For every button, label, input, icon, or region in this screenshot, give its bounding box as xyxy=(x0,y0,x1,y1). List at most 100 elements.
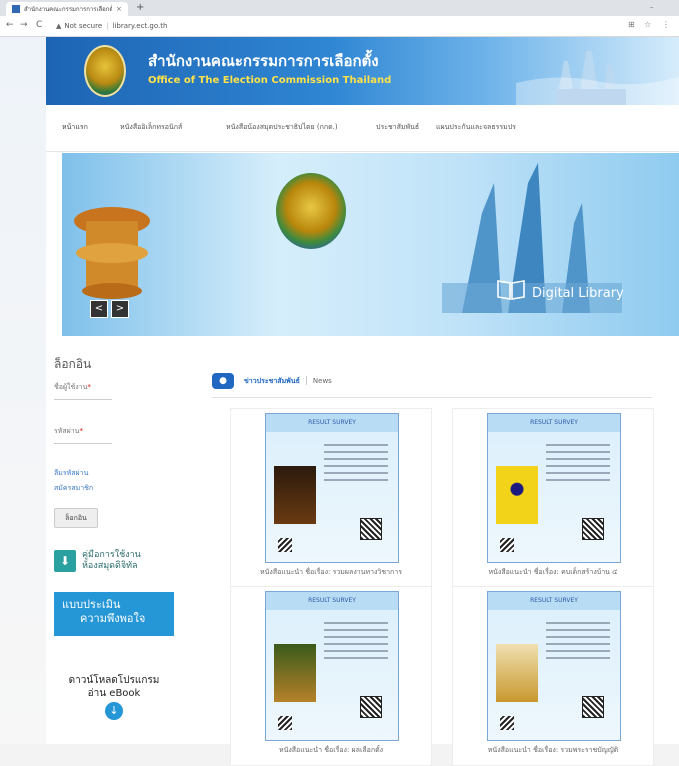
survey-line1: แบบประเมิน xyxy=(62,598,121,611)
card-caption[interactable]: หนังสือแนะนำ ชื่อเรื่อง: คบเด็กสร้างบ้าน… xyxy=(453,567,653,578)
main-menu: หน้าแรก หนังสืออิเล็กทรอนิกส์ หนังสือน้อ… xyxy=(46,105,679,152)
password-input[interactable] xyxy=(54,443,112,444)
warning-icon: ▲ xyxy=(56,21,62,30)
translate-icon[interactable]: ⊞ xyxy=(628,20,635,29)
hero-banner: Digital Library < > xyxy=(62,153,679,336)
tab-close-icon[interactable]: × xyxy=(116,5,122,13)
qr-code-small xyxy=(500,716,514,730)
site-title-en: Office of The Election Commission Thaila… xyxy=(148,75,392,86)
site-header: สำนักงานคณะกรรมการการเลือกตั้ง Office of… xyxy=(46,37,679,105)
survey-line2: ความพึงพอใจ xyxy=(80,612,146,625)
address-bar[interactable]: ▲ Not secure | library.ect.go.th xyxy=(56,19,616,32)
browser-tab[interactable]: สำนักงานคณะกรรมการการเลือกตั้ง × xyxy=(6,2,128,16)
manual-text: คู่มือการใช้งาน ห้องสมุดดิจิทัล xyxy=(82,550,141,572)
menu-item-home[interactable]: หน้าแรก xyxy=(62,122,88,133)
reload-icon[interactable]: C xyxy=(36,20,42,30)
news-card[interactable]: RESULT SURVEY หนังสือแนะนำ ชื่อเรื่อง: ผ… xyxy=(230,586,432,766)
book-cover-image xyxy=(274,466,316,524)
manual-link[interactable]: ⬇ คู่มือการใช้งาน ห้องสมุดดิจิทัล xyxy=(54,550,194,572)
page: สำนักงานคณะกรรมการการเลือกตั้ง Office of… xyxy=(46,37,679,766)
download-icon: ↓ xyxy=(105,702,123,720)
register-link[interactable]: สมัครสมาชิก xyxy=(54,483,194,494)
book-cover-image xyxy=(496,466,538,524)
poster-text xyxy=(324,622,388,664)
page-background-left xyxy=(0,37,46,744)
book-cover-image xyxy=(496,644,538,702)
qr-code-small xyxy=(500,538,514,552)
slider-next-button[interactable]: > xyxy=(111,300,129,318)
download-manual-icon: ⬇ xyxy=(54,550,76,572)
digital-library-label: Digital Library xyxy=(532,286,624,301)
tab-title: สำนักงานคณะกรรมการการเลือกตั้ง xyxy=(24,6,112,13)
card-caption[interactable]: หนังสือแนะนำ ชื่อเรื่อง: รวมผลงานทางวิชา… xyxy=(231,567,431,578)
star-icon[interactable]: ☆ xyxy=(644,20,651,29)
news-card[interactable]: RESULT SURVEY หนังสือแนะนำ ชื่อเรื่อง: ค… xyxy=(452,408,654,588)
poster-text xyxy=(546,444,610,486)
slider-controls: < > xyxy=(90,300,129,318)
book-poster: RESULT SURVEY xyxy=(265,413,399,563)
menu-item-library[interactable]: หนังสือน้องสมุดประชาธิปไตย (กกต.) xyxy=(226,122,338,133)
login-title: ล็อกอิน xyxy=(54,357,92,371)
poster-text xyxy=(546,622,610,664)
qr-code xyxy=(582,518,604,540)
ect-emblem-logo[interactable] xyxy=(84,45,126,97)
required-mark: * xyxy=(79,427,83,435)
ebook-download[interactable]: ดาวน์โหลดโปรแกรม อ่าน eBook ↓ xyxy=(54,674,174,720)
username-label: ชื่อผู้ใช้งาน* xyxy=(54,382,194,393)
username-label-text: ชื่อผู้ใช้งาน xyxy=(54,383,88,391)
forward-icon[interactable]: → xyxy=(20,20,28,30)
menu-item-pr[interactable]: ประชาสัมพันธ์ xyxy=(376,122,419,133)
url-text: library.ect.go.th xyxy=(112,21,168,30)
qr-code-small xyxy=(278,538,292,552)
manual-line1: คู่มือการใช้งาน xyxy=(82,550,141,560)
news-section: ● ข่าวประชาสัมพันธ์ | News xyxy=(212,373,652,398)
ebook-line1: ดาวน์โหลดโปรแกรม xyxy=(68,675,160,686)
chat-bubble-icon: ● xyxy=(212,373,234,389)
username-input[interactable] xyxy=(54,399,112,400)
open-book-icon xyxy=(497,280,525,300)
password-label: รหัสผ่าน* xyxy=(54,426,194,437)
book-poster: RESULT SURVEY xyxy=(265,591,399,741)
poster-text xyxy=(324,444,388,486)
poster-header: RESULT SURVEY xyxy=(488,592,620,610)
book-poster: RESULT SURVEY xyxy=(487,591,621,741)
site-title-th: สำนักงานคณะกรรมการการเลือกตั้ง xyxy=(148,52,379,70)
card-caption[interactable]: หนังสือแนะนำ ชื่อเรื่อง: รวมพระราชบัญญัต… xyxy=(453,745,653,756)
menu-item-ethics[interactable]: แผนประกันและจลธรรมปร xyxy=(436,122,516,133)
back-icon[interactable]: ← xyxy=(6,20,14,30)
minimize-icon[interactable]: – xyxy=(650,3,654,11)
news-title-th: ข่าวประชาสัมพันธ์ xyxy=(244,376,300,385)
password-label-text: รหัสผ่าน xyxy=(54,427,80,435)
news-header: ● ข่าวประชาสัมพันธ์ | News xyxy=(212,373,652,398)
not-secure-label: Not secure xyxy=(64,21,103,30)
banner-emblem-logo xyxy=(276,173,346,249)
book-cover-image xyxy=(274,644,316,702)
monument-skyline-icon xyxy=(516,51,679,105)
required-mark: * xyxy=(87,383,91,391)
sidebar: ล็อกอิน ชื่อผู้ใช้งาน* รหัสผ่าน* ลืมรหัส… xyxy=(54,355,194,720)
poster-header: RESULT SURVEY xyxy=(266,414,398,432)
slider-prev-button[interactable]: < xyxy=(90,300,108,318)
browser-tabbar: สำนักงานคณะกรรมการการเลือกตั้ง × + – xyxy=(0,0,679,16)
forgot-password-link[interactable]: ลืมรหัสผ่าน xyxy=(54,468,194,479)
news-card[interactable]: RESULT SURVEY หนังสือแนะนำ ชื่อเรื่อง: ร… xyxy=(230,408,432,588)
news-card[interactable]: RESULT SURVEY หนังสือแนะนำ ชื่อเรื่อง: ร… xyxy=(452,586,654,766)
favicon-icon xyxy=(12,5,20,13)
card-caption[interactable]: หนังสือแนะนำ ชื่อเรื่อง: ผลเลือกตั้ง xyxy=(231,745,431,756)
news-separator: | xyxy=(304,376,308,386)
qr-code xyxy=(582,696,604,718)
qr-code xyxy=(360,518,382,540)
news-title-en: News xyxy=(312,377,332,385)
login-button[interactable]: ล็อกอิน xyxy=(54,508,98,528)
satisfaction-survey-banner[interactable]: แบบประเมิน ความพึงพอใจ xyxy=(54,592,174,636)
poster-header: RESULT SURVEY xyxy=(266,592,398,610)
book-poster: RESULT SURVEY xyxy=(487,413,621,563)
menu-item-ebooks[interactable]: หนังสืออิเล็กทรอนิกส์ xyxy=(120,122,182,133)
new-tab-icon[interactable]: + xyxy=(136,2,144,13)
poster-header: RESULT SURVEY xyxy=(488,414,620,432)
manual-line2: ห้องสมุดดิจิทัล xyxy=(82,561,138,571)
qr-code xyxy=(360,696,382,718)
menu-dots-icon[interactable]: ⋮ xyxy=(662,20,670,29)
qr-code-small xyxy=(278,716,292,730)
browser-toolbar: ← → C ▲ Not secure | library.ect.go.th ⊞… xyxy=(0,16,679,37)
